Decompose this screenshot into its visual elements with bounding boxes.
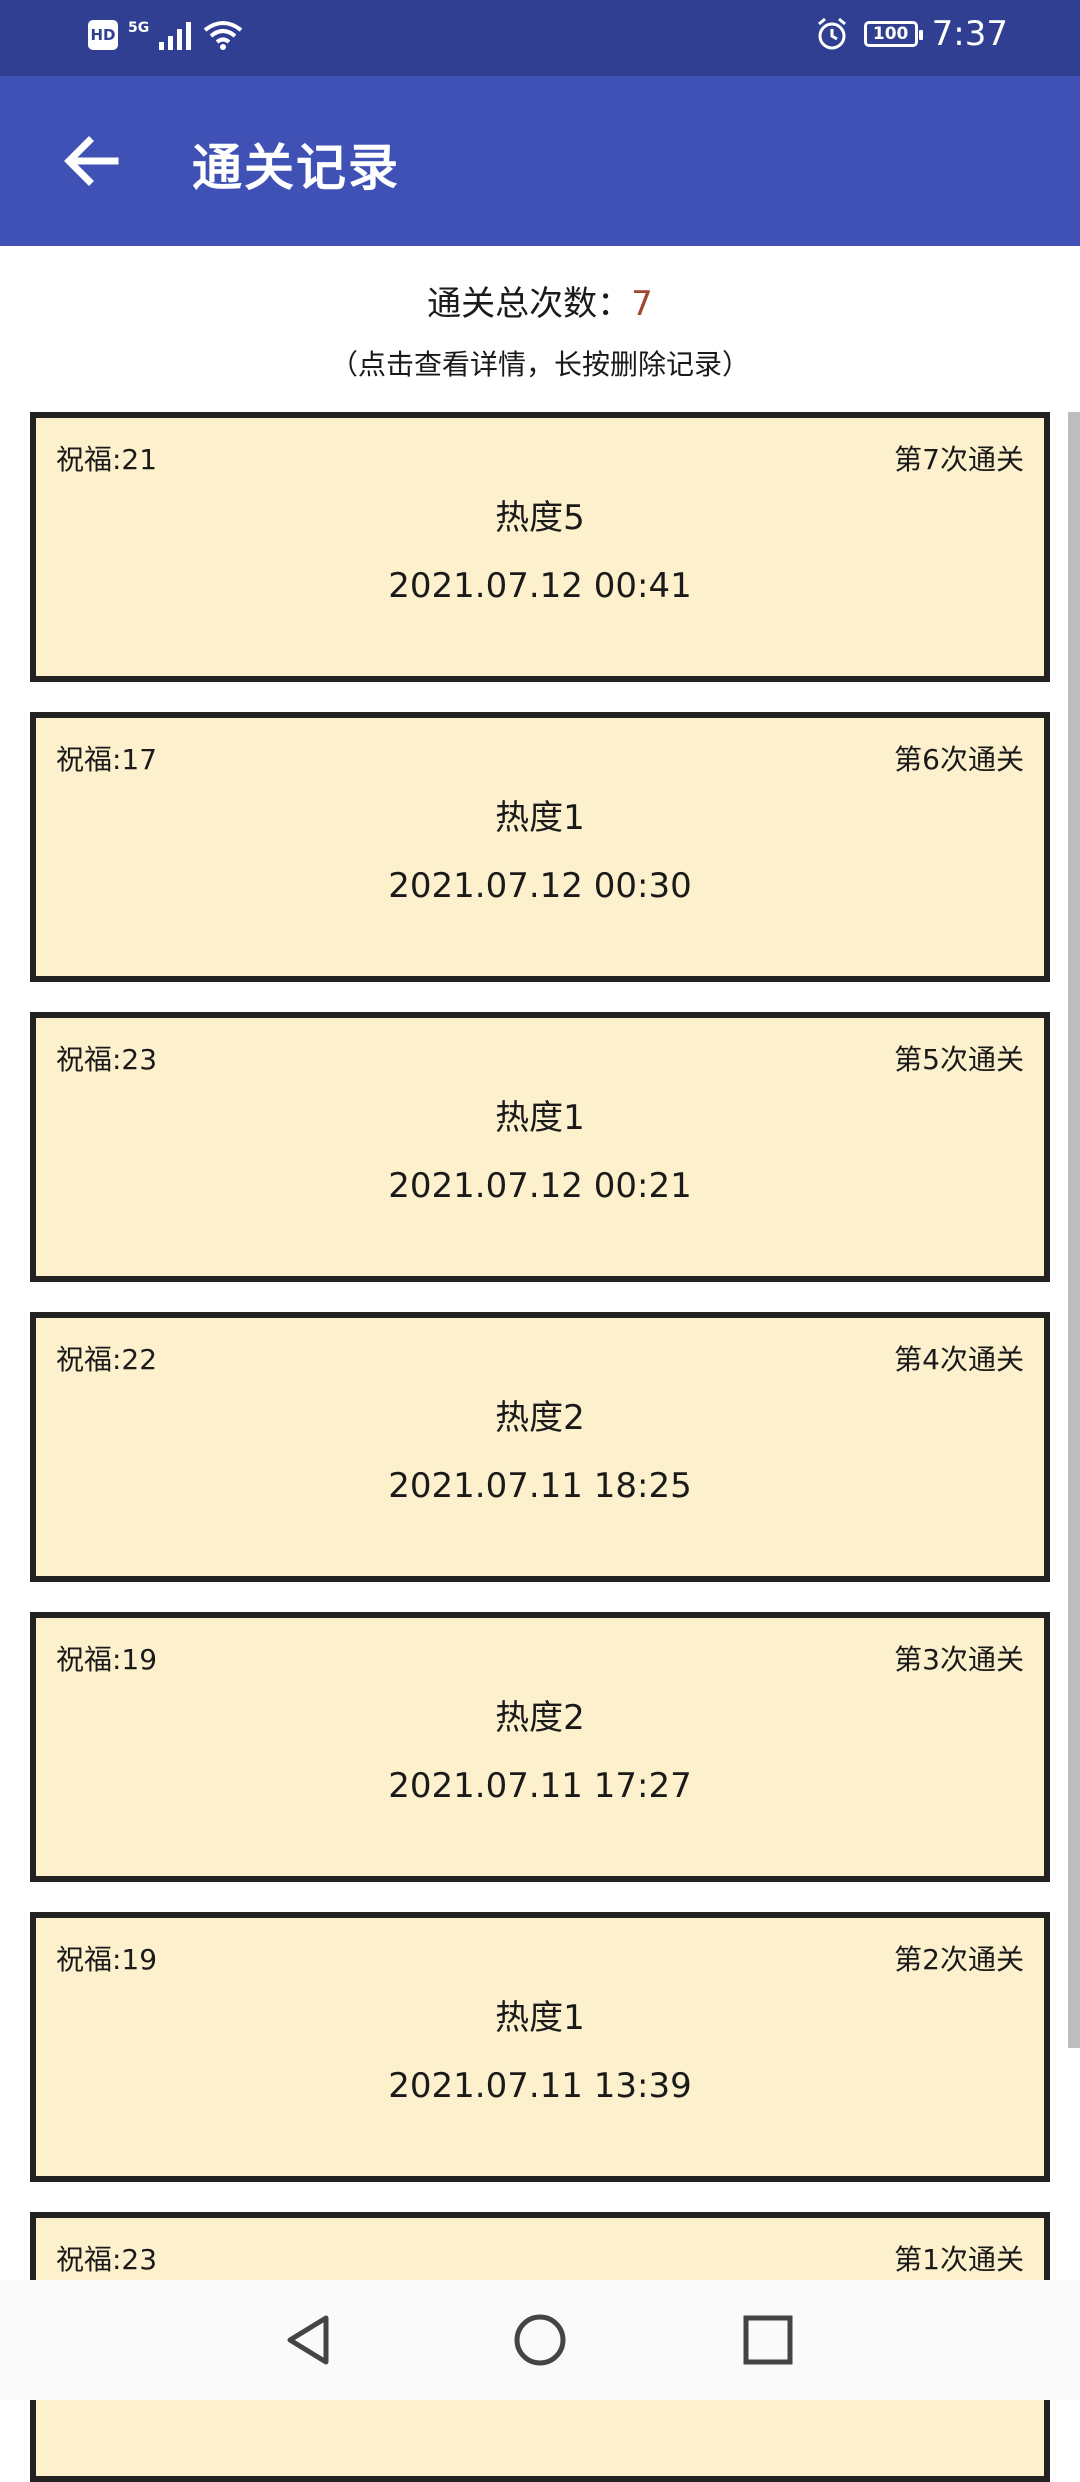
blessing-label: 祝福:23 <box>56 1043 158 1076</box>
date-label: 2021.07.12 00:30 <box>388 866 692 906</box>
heat-label: 热度5 <box>495 498 585 538</box>
network-type: 5G <box>128 20 150 36</box>
nav-recents-button[interactable] <box>738 2310 798 2370</box>
clear-index-label: 第5次通关 <box>894 1043 1024 1076</box>
date-label: 2021.07.12 00:21 <box>388 1166 692 1206</box>
heat-label: 热度1 <box>495 1998 585 2038</box>
record-card[interactable]: 祝福:19 第3次通关 热度2 2021.07.11 17:27 <box>30 1612 1050 1882</box>
heat-label: 热度2 <box>495 1698 585 1738</box>
date-label: 2021.07.11 18:25 <box>388 1466 692 1506</box>
total-line: 通关总次数：7 <box>0 276 1080 325</box>
blessing-label: 祝福:22 <box>56 1343 158 1376</box>
heat-label: 热度1 <box>495 798 585 838</box>
record-card[interactable]: 祝福:21 第7次通关 热度5 2021.07.12 00:41 <box>30 412 1050 682</box>
scrollbar[interactable] <box>1068 412 1080 2048</box>
clear-index-label: 第3次通关 <box>894 1643 1024 1676</box>
total-label: 通关总次数： <box>427 284 632 324</box>
battery-level: 100 <box>872 24 909 44</box>
status-left: HD 5G <box>88 20 243 50</box>
clear-index-label: 第7次通关 <box>894 443 1024 476</box>
usage-hint: （点击查看详情，长按删除记录） <box>329 348 750 381</box>
navigation-bar <box>0 2280 1080 2400</box>
date-label: 2021.07.12 00:41 <box>388 566 692 606</box>
record-card[interactable]: 祝福:19 第2次通关 热度1 2021.07.11 13:39 <box>30 1912 1050 2182</box>
status-bar: HD 5G 100 7:37 <box>0 0 1080 76</box>
clear-index-label: 第1次通关 <box>894 2243 1024 2276</box>
alarm-icon <box>817 17 846 50</box>
page-title: 通关记录 <box>192 139 400 197</box>
battery-icon: 100 <box>863 21 923 47</box>
heat-label: 热度1 <box>495 1098 585 1138</box>
nav-home-button[interactable] <box>510 2310 570 2370</box>
summary: 通关总次数：7 （点击查看详情，长按删除记录） <box>0 276 1080 383</box>
clear-index-label: 第2次通关 <box>894 1943 1024 1976</box>
blessing-label: 祝福:17 <box>56 743 158 776</box>
arrow-left-icon <box>64 136 119 186</box>
heat-label: 热度2 <box>495 1398 585 1438</box>
square-recents-icon <box>743 2315 793 2365</box>
blessing-label: 祝福:19 <box>56 1643 158 1676</box>
nav-back-button[interactable] <box>278 2310 338 2370</box>
triangle-back-icon <box>287 2315 329 2365</box>
date-label: 2021.07.11 13:39 <box>388 2066 692 2106</box>
record-card[interactable]: 祝福:17 第6次通关 热度1 2021.07.12 00:30 <box>30 712 1050 982</box>
record-card[interactable]: 祝福:22 第4次通关 热度2 2021.07.11 18:25 <box>30 1312 1050 1582</box>
clear-index-label: 第4次通关 <box>894 1343 1024 1376</box>
clear-index-label: 第6次通关 <box>894 743 1024 776</box>
blessing-label: 祝福:23 <box>56 2243 158 2276</box>
record-card[interactable]: 祝福:23 第5次通关 热度1 2021.07.12 00:21 <box>30 1012 1050 1282</box>
circle-home-icon <box>514 2314 566 2366</box>
blessing-label: 祝福:19 <box>56 1943 158 1976</box>
app-bar: 通关记录 <box>0 76 1080 246</box>
signal-icon <box>159 22 192 50</box>
total-count: 7 <box>631 284 653 324</box>
status-right: 100 7:37 <box>814 14 1008 54</box>
hd-badge: HD <box>88 20 118 50</box>
wifi-icon <box>204 21 243 50</box>
blessing-label: 祝福:21 <box>56 443 158 476</box>
date-label: 2021.07.11 17:27 <box>388 1766 692 1806</box>
back-button[interactable] <box>56 126 126 196</box>
status-time: 7:37 <box>931 14 1008 54</box>
